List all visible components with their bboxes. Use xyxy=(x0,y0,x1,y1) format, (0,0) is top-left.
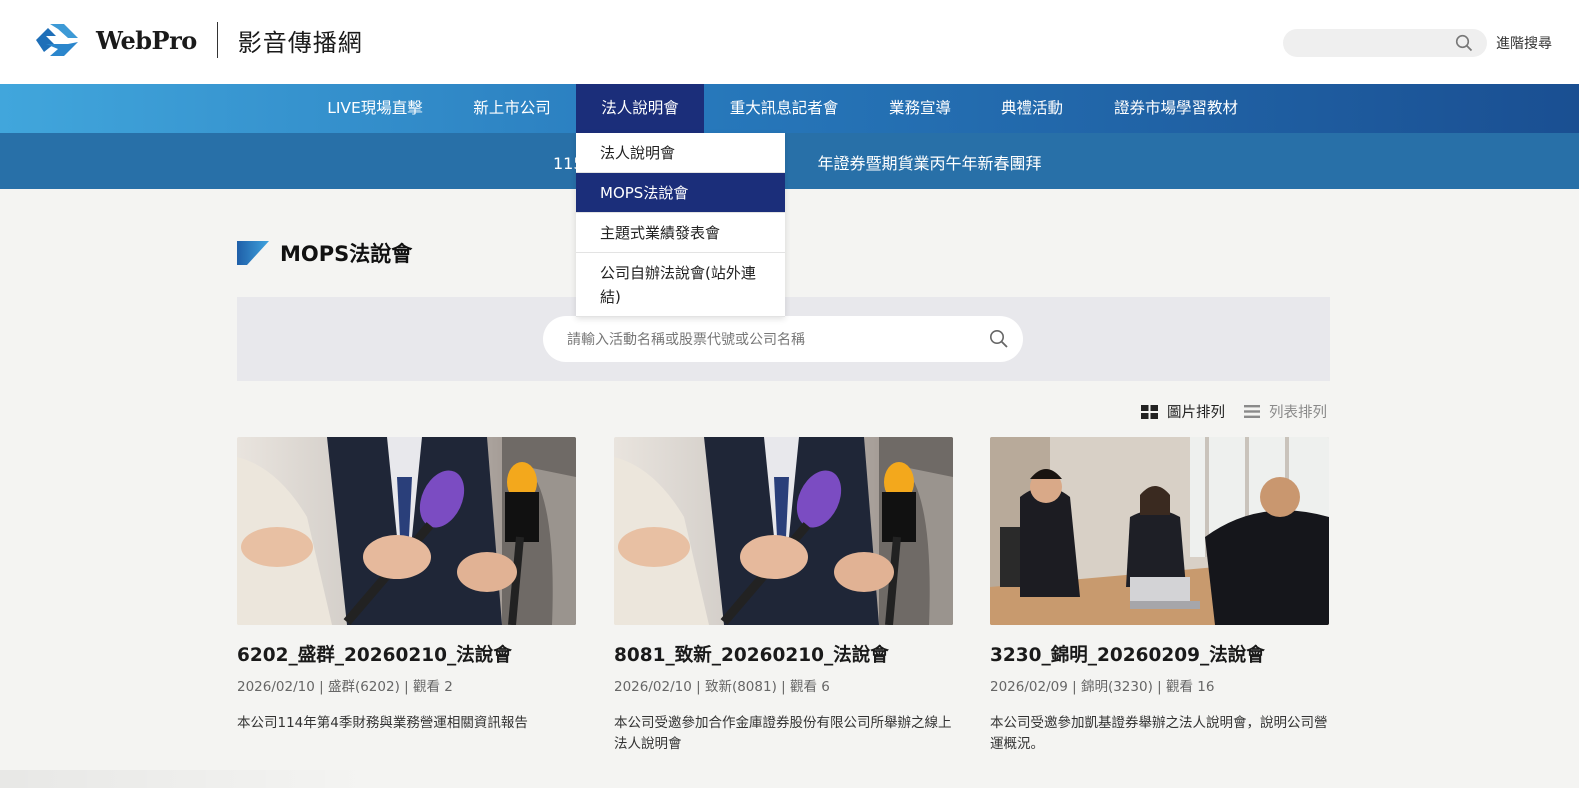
top-search-input[interactable] xyxy=(1283,29,1453,57)
section-heading: MOPS法說會 xyxy=(237,238,412,268)
dropdown-item-mops[interactable]: MOPS法說會 xyxy=(576,173,785,213)
card-meta: 2026/02/09 | 錦明(3230) | 觀看 16 xyxy=(990,679,1215,695)
top-search-box xyxy=(1283,29,1487,57)
site-logo[interactable]: WebPro 影音傳播網 xyxy=(34,22,363,58)
video-card[interactable]: 3230_錦明_20260209_法說會 2026/02/09 | 錦明(323… xyxy=(990,437,1329,755)
card-description: 本公司受邀參加凱基證券舉辦之法人說明會，說明公司營運概況。 xyxy=(990,715,1328,752)
advanced-search-link[interactable]: 進階搜尋 xyxy=(1496,33,1552,53)
grid-icon xyxy=(1141,404,1158,419)
dropdown-item-self-hosted-external[interactable]: 公司自辦法說會(站外連結) xyxy=(576,253,785,317)
logo-divider xyxy=(216,22,218,58)
card-title[interactable]: 3230_錦明_20260209_法說會 xyxy=(990,641,1329,667)
nav-item-press-conference[interactable]: 重大訊息記者會 xyxy=(716,84,852,133)
webpro-logo-icon xyxy=(36,24,78,56)
site-name: 影音傳播網 xyxy=(237,28,363,57)
brand-name: WebPro xyxy=(96,25,197,55)
nav-item-learning-materials[interactable]: 證券市場學習教材 xyxy=(1100,84,1252,133)
card-meta: 2026/02/10 | 致新(8081) | 觀看 6 xyxy=(614,679,830,695)
card-meta: 2026/02/10 | 盛群(6202) | 觀看 2 xyxy=(237,679,453,695)
search-icon[interactable] xyxy=(1455,34,1473,56)
nav-item-live[interactable]: LIVE現場直擊 xyxy=(314,84,436,133)
nav-item-investor-conference[interactable]: 法人說明會 xyxy=(576,84,704,133)
news-marquee[interactable]: 115 年證券暨期貨業丙午年新春團拜 xyxy=(0,133,1579,189)
video-card[interactable]: 8081_致新_20260210_法說會 2026/02/10 | 致新(808… xyxy=(614,437,953,755)
page-title: MOPS法說會 xyxy=(280,242,413,266)
card-description: 本公司受邀參加合作金庫證券股份有限公司所舉辦之線上法人說明會 xyxy=(614,715,952,752)
search-box xyxy=(543,316,1023,362)
grid-view-label: 圖片排列 xyxy=(1167,405,1225,421)
card-thumbnail[interactable] xyxy=(990,437,1329,625)
dropdown-item-themed-results[interactable]: 主題式業績發表會 xyxy=(576,213,785,253)
list-view-label: 列表排列 xyxy=(1269,405,1327,421)
card-title[interactable]: 8081_致新_20260210_法說會 xyxy=(614,641,953,667)
card-description: 本公司114年第4季財務與業務營運相關資訊報告 xyxy=(237,715,528,731)
main-nav: LIVE現場直擊 新上市公司 法人說明會 重大訊息記者會 業務宣導 典禮活動 證… xyxy=(0,84,1579,133)
card-thumbnail[interactable] xyxy=(237,437,576,625)
dropdown-item-investor-conference[interactable]: 法人說明會 xyxy=(576,133,785,173)
card-title[interactable]: 6202_盛群_20260210_法說會 xyxy=(237,641,576,667)
nav-dropdown-menu: 法人說明會 MOPS法說會 主題式業績發表會 公司自辦法說會(站外連結) xyxy=(576,133,785,317)
grid-view-toggle[interactable]: 圖片排列 xyxy=(1141,401,1225,422)
search-input[interactable] xyxy=(543,316,963,362)
list-view-toggle[interactable]: 列表排列 xyxy=(1244,401,1327,422)
title-accent-icon xyxy=(237,241,269,265)
bottom-shadow xyxy=(0,770,370,788)
nav-item-ceremonies[interactable]: 典禮活動 xyxy=(988,84,1076,133)
list-icon xyxy=(1244,405,1260,418)
nav-item-business-promotion[interactable]: 業務宣導 xyxy=(876,84,964,133)
nav-item-new-listings[interactable]: 新上市公司 xyxy=(460,84,564,133)
site-header: WebPro 影音傳播網 進階搜尋 xyxy=(0,0,1579,84)
card-thumbnail[interactable] xyxy=(614,437,953,625)
video-card[interactable]: 6202_盛群_20260210_法說會 2026/02/10 | 盛群(620… xyxy=(237,437,576,734)
search-icon[interactable] xyxy=(989,329,1009,353)
